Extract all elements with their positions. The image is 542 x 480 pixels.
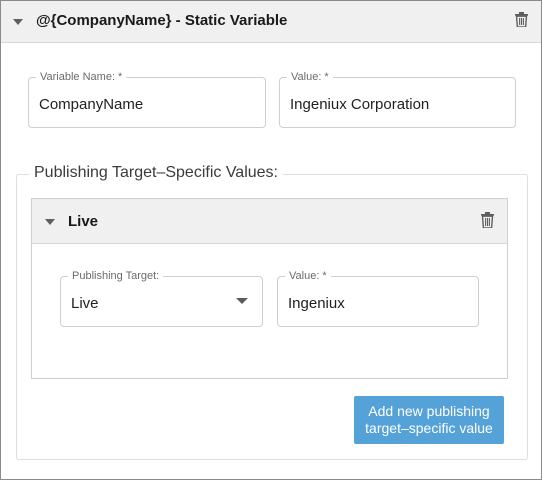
publishing-target-selected-value: Live bbox=[71, 295, 99, 312]
publishing-target-title: Live bbox=[68, 213, 99, 230]
variable-value-input[interactable]: Ingeniux Corporation bbox=[290, 96, 429, 113]
variable-name-field[interactable]: Variable Name: * CompanyName bbox=[28, 70, 266, 128]
publishing-target-select[interactable]: Publishing Target: Live bbox=[60, 269, 263, 327]
target-value-input[interactable]: Ingeniux bbox=[288, 295, 345, 312]
variable-value-label: Value: * bbox=[287, 70, 333, 84]
collapse-chevron-down-icon[interactable] bbox=[13, 19, 23, 25]
variable-header[interactable]: @{CompanyName} - Static Variable bbox=[1, 1, 541, 43]
publishing-target-group-legend: Publishing Target–Specific Values: bbox=[29, 164, 283, 182]
publishing-target-label: Publishing Target: bbox=[68, 269, 164, 283]
variable-value-field[interactable]: Value: * Ingeniux Corporation bbox=[279, 70, 516, 128]
delete-variable-trash-icon[interactable] bbox=[515, 12, 528, 27]
variable-name-input[interactable]: CompanyName bbox=[39, 96, 143, 113]
target-value-field[interactable]: Value: * Ingeniux bbox=[277, 269, 479, 327]
dropdown-arrow-icon[interactable] bbox=[236, 298, 248, 304]
variable-header-title: @{CompanyName} - Static Variable bbox=[36, 12, 288, 29]
add-publishing-target-value-button[interactable]: Add new publishing target–specific value bbox=[354, 396, 504, 444]
publishing-target-header[interactable]: Live bbox=[32, 199, 507, 244]
target-value-label: Value: * bbox=[285, 269, 331, 283]
variable-name-label: Variable Name: * bbox=[36, 70, 127, 84]
target-collapse-chevron-down-icon[interactable] bbox=[45, 219, 55, 225]
static-variable-panel: @{CompanyName} - Static Variable Variabl… bbox=[0, 0, 542, 480]
delete-target-trash-icon[interactable] bbox=[481, 212, 494, 228]
